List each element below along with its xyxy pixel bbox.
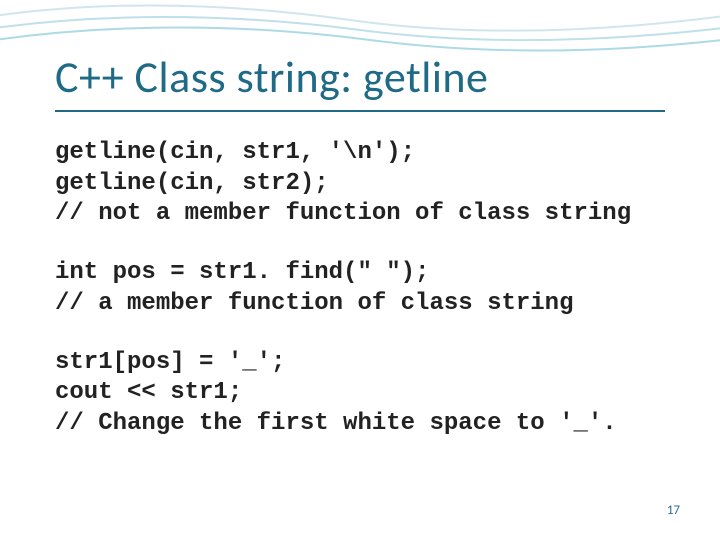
slide: C++ Class string: getline getline(cin, s…	[0, 0, 720, 540]
page-number: 17	[667, 503, 680, 518]
code-block-1: getline(cin, str1, '\n'); getline(cin, s…	[55, 138, 665, 230]
code-block-3: str1[pos] = '_'; cout << str1; // Change…	[55, 348, 665, 440]
code-block-2: int pos = str1. find(" "); // a member f…	[55, 258, 665, 319]
title-underline	[55, 110, 665, 112]
slide-title: C++ Class string: getline	[55, 50, 665, 104]
